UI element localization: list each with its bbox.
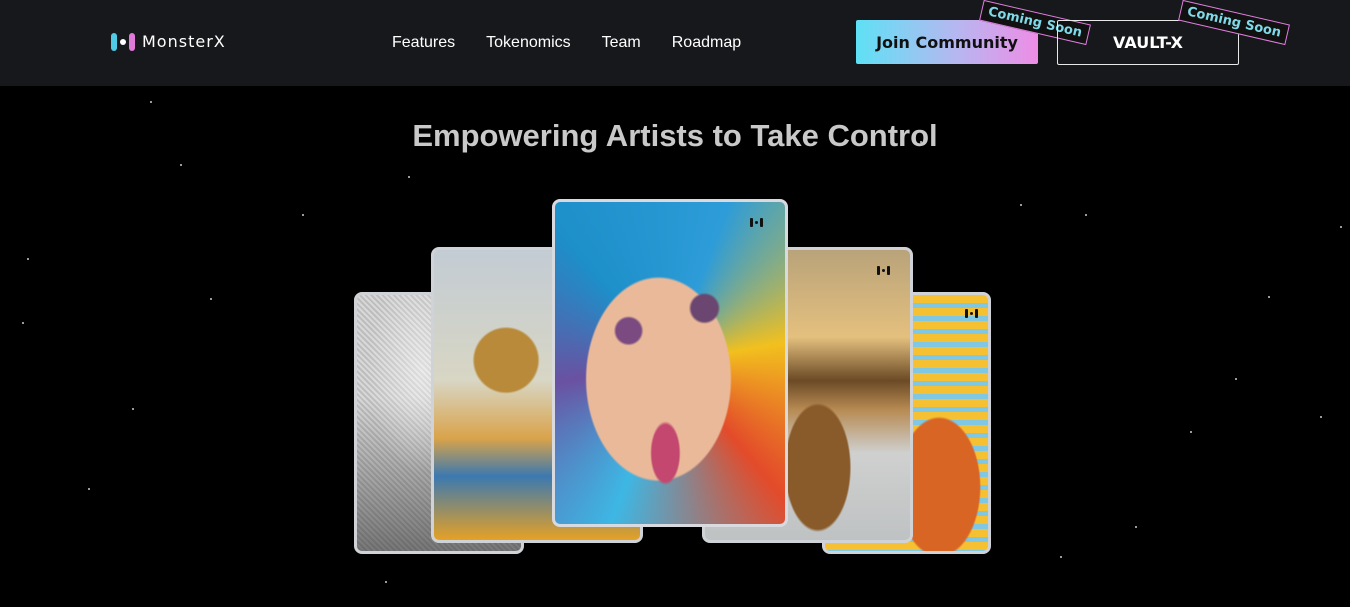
nft-card-face-featured[interactable]	[552, 199, 788, 527]
hero-title: Empowering Artists to Take Control	[412, 118, 938, 153]
card-logo-icon	[750, 218, 763, 227]
brand-logo[interactable]: MonsterX	[111, 32, 226, 51]
nav-link-tokenomics[interactable]: Tokenomics	[486, 34, 570, 52]
top-navbar: MonsterX Features Tokenomics Team Roadma…	[0, 0, 1350, 86]
brand-name: MonsterX	[142, 32, 226, 51]
nav-link-team[interactable]: Team	[602, 34, 641, 52]
card-logo-icon	[877, 266, 890, 275]
nav-link-roadmap[interactable]: Roadmap	[672, 34, 741, 52]
card-logo-icon	[965, 309, 978, 318]
nav-link-features[interactable]: Features	[392, 34, 455, 52]
main-nav: Features Tokenomics Team Roadmap	[392, 34, 741, 52]
monsterx-logo-icon	[111, 32, 135, 51]
